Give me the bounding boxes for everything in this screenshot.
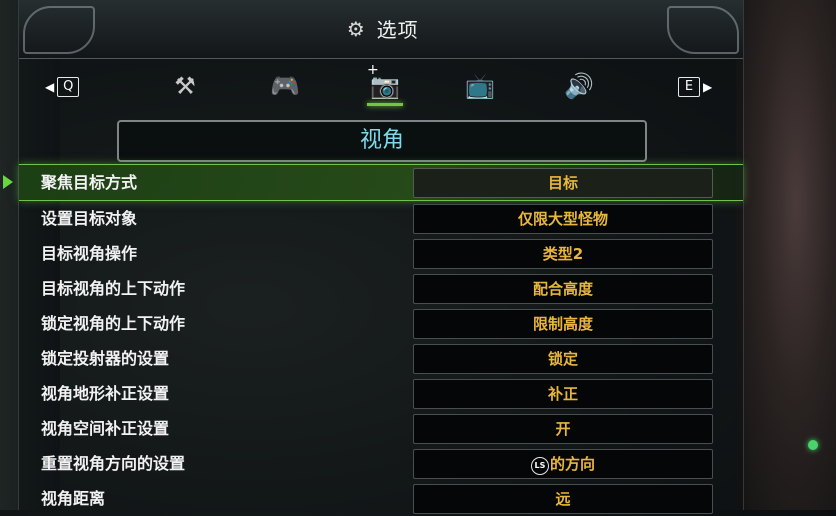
tab-speaker-icon[interactable]: 🔊 xyxy=(559,68,599,104)
setting-row-camera-distance[interactable]: 视角距离 远 xyxy=(19,481,743,516)
setting-row-focus-target[interactable]: 聚焦目标方式 目标 xyxy=(3,164,743,201)
setting-row-target-camera-op[interactable]: 目标视角操作 类型2 xyxy=(19,236,743,271)
selection-arrow-icon xyxy=(3,175,13,189)
setting-row-reset-direction[interactable]: 重置视角方向的设置 LS 的方向 xyxy=(19,446,743,481)
setting-label: 聚焦目标方式 xyxy=(41,173,138,192)
tab-controller-icon[interactable]: 🎮 xyxy=(265,68,305,104)
tab-display-icon[interactable]: 📺 xyxy=(460,68,500,104)
setting-value[interactable]: 开 xyxy=(413,414,713,444)
options-panel: ⚙ 选项 ◀ Q ⚒ 🎮 📷 📺 🔊 E ▶ 视角 聚焦目标方式 目标 设置目标… xyxy=(3,0,744,514)
ls-stick-icon: LS xyxy=(530,457,549,475)
setting-value[interactable]: LS 的方向 xyxy=(413,449,713,479)
setting-row-target-vertical[interactable]: 目标视角的上下动作 配合高度 xyxy=(19,271,743,306)
setting-label: 设置目标对象 xyxy=(41,209,138,228)
setting-label: 重置视角方向的设置 xyxy=(41,454,186,473)
setting-row-target-object[interactable]: 设置目标对象 仅限大型怪物 xyxy=(19,201,743,236)
setting-value[interactable]: 配合高度 xyxy=(413,274,713,304)
setting-label: 锁定投射器的设置 xyxy=(41,349,170,368)
setting-row-space-correction[interactable]: 视角空间补正设置 开 xyxy=(19,411,743,446)
setting-row-terrain-correction[interactable]: 视角地形补正设置 补正 xyxy=(19,376,743,411)
key-q-label: Q xyxy=(57,77,80,97)
key-e-label: E xyxy=(678,77,700,97)
page-title-text: 选项 xyxy=(376,18,419,42)
header-bar: ⚙ 选项 xyxy=(19,0,743,59)
setting-label: 目标视角的上下动作 xyxy=(41,279,186,298)
setting-value[interactable]: 限制高度 xyxy=(413,309,713,339)
settings-list: 聚焦目标方式 目标 设置目标对象 仅限大型怪物 目标视角操作 类型2 目标视角的… xyxy=(3,164,743,516)
arrow-right-icon: ▶ xyxy=(703,80,713,94)
prev-tab-button[interactable]: ◀ Q xyxy=(45,76,82,98)
setting-label: 目标视角操作 xyxy=(41,244,138,263)
arrow-left-icon: ◀ xyxy=(45,80,55,94)
setting-value[interactable]: 目标 xyxy=(413,168,713,198)
next-tab-button[interactable]: E ▶ xyxy=(675,76,712,98)
setting-row-lock-vertical[interactable]: 锁定视角的上下动作 限制高度 xyxy=(19,306,743,341)
setting-label: 视角距离 xyxy=(41,489,106,508)
setting-value[interactable]: 仅限大型怪物 xyxy=(413,204,713,234)
tab-camera-icon[interactable]: 📷 xyxy=(365,62,405,106)
tab-bar: ◀ Q ⚒ 🎮 📷 📺 🔊 E ▶ xyxy=(19,58,743,110)
setting-label: 视角空间补正设置 xyxy=(41,419,170,438)
gear-icon: ⚙ xyxy=(346,16,366,41)
setting-label: 锁定视角的上下动作 xyxy=(41,314,186,333)
setting-label: 视角地形补正设置 xyxy=(41,384,170,403)
page-title: ⚙ 选项 xyxy=(19,14,743,43)
setting-value[interactable]: 补正 xyxy=(413,379,713,409)
setting-value-text: 的方向 xyxy=(549,455,595,473)
setting-value[interactable]: 类型2 xyxy=(413,239,713,269)
setting-row-lock-projector[interactable]: 锁定投射器的设置 锁定 xyxy=(19,341,743,376)
setting-value[interactable]: 锁定 xyxy=(413,344,713,374)
background-right xyxy=(736,0,836,510)
tab-tools-icon[interactable]: ⚒ xyxy=(165,68,205,104)
section-title: 视角 xyxy=(117,120,647,162)
